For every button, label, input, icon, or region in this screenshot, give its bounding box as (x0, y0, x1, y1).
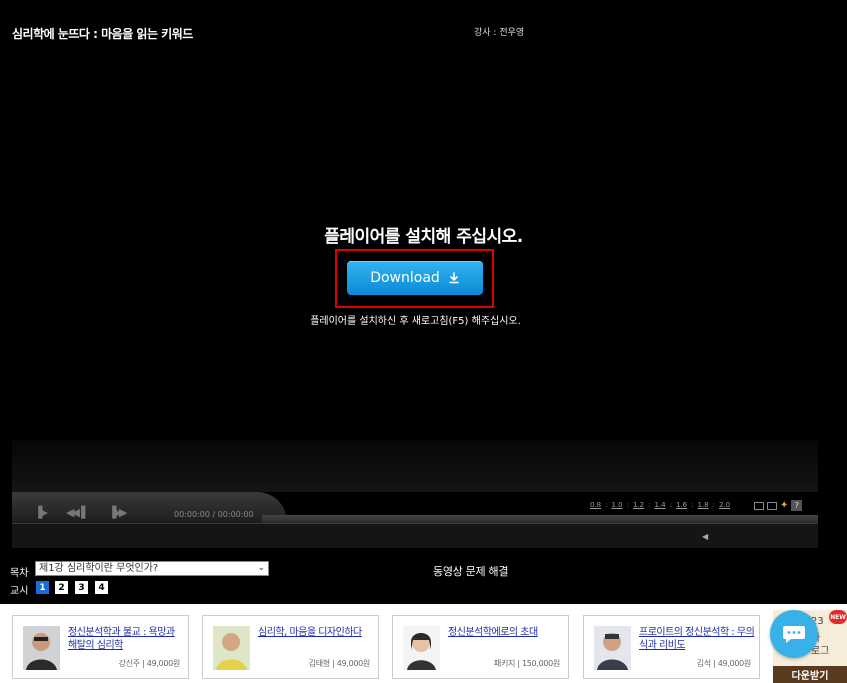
book-title[interactable]: 정신분석학에로의 초대 (448, 626, 564, 639)
seek-bar[interactable] (12, 523, 818, 548)
book-meta: 김석 | 49,000원 (696, 659, 752, 668)
speed-options: 0.8: 1.0: 1.2: 1.4: 1.6: 1.8: 2.0 (590, 501, 731, 509)
download-button[interactable]: Download (347, 261, 483, 295)
download-icon (448, 272, 459, 284)
book-thumbnail[interactable] (213, 626, 250, 670)
period-button-2[interactable]: 2 (55, 581, 68, 594)
chat-icon (783, 626, 805, 643)
book-title[interactable]: 정신분석학과 불교 : 욕망과 해탈의 심리학 (68, 626, 184, 652)
toc-select[interactable]: 제1강 심리학이란 무엇인가? ⌄ (35, 561, 269, 576)
time-display: 00:00:00 / 00:00:00 (174, 510, 254, 519)
period-label: 교시 (10, 586, 29, 597)
book-title[interactable]: 프로이트의 정신분석학 : 무의식과 리비도 (639, 626, 755, 652)
toc-selected: 제1강 심리학이란 무엇인가? (39, 563, 159, 574)
player-control-bar: ▐▶ ◀◀▐ ▐▶▶ 00:00:00 / 00:00:00 0.8: 1.0:… (12, 440, 818, 552)
period-button-3[interactable]: 3 (75, 581, 88, 594)
rewind-icon[interactable]: ◀◀▐ (66, 506, 85, 519)
help-button[interactable]: ? (791, 500, 803, 511)
banner-download-button[interactable]: 다운받기 (773, 666, 847, 683)
book-card[interactable]: 정신분석학에로의 초대 패키지 | 150,000원 (392, 615, 569, 679)
forward-icon[interactable]: ▐▶▶ (108, 506, 127, 519)
seek-arrow-icon: ◀ (702, 532, 709, 541)
book-meta: 김태형 | 49,000원 (308, 659, 371, 668)
book-thumbnail[interactable] (403, 626, 440, 670)
speed-option[interactable]: 2.0 (719, 501, 730, 509)
speed-option[interactable]: 1.8 (698, 501, 709, 509)
speed-option[interactable]: 1.6 (676, 501, 687, 509)
speed-option[interactable]: 1.0 (612, 501, 623, 509)
book-thumbnail[interactable] (594, 626, 631, 670)
lecture-title: 심리학에 눈뜨다 : 마음을 읽는 키워드 (12, 27, 193, 41)
chevron-down-icon: ⌄ (257, 563, 265, 573)
install-message: 플레이어를 설치해 주십시오. (324, 227, 523, 247)
speed-option[interactable]: 1.2 (633, 501, 644, 509)
book-card[interactable]: 심리학, 마음을 디자인하다 김태형 | 49,000원 (202, 615, 379, 679)
book-card[interactable]: 정신분석학과 불교 : 욕망과 해탈의 심리학 강신주 | 49,000원 (12, 615, 189, 679)
book-thumbnail[interactable] (23, 626, 60, 670)
book-card[interactable]: 프로이트의 정신분석학 : 무의식과 리비도 김석 | 49,000원 (583, 615, 760, 679)
toc-label: 목차 (10, 568, 29, 579)
download-label: Download (370, 270, 440, 286)
period-button-4[interactable]: 4 (95, 581, 108, 594)
pin-icon[interactable]: ✦ (780, 500, 788, 511)
speed-option[interactable]: 1.4 (655, 501, 666, 509)
book-title[interactable]: 심리학, 마음을 디자인하다 (258, 626, 374, 639)
speed-option[interactable]: 0.8 (590, 501, 601, 509)
book-meta: 패키지 | 150,000원 (493, 659, 560, 668)
fullscreen-icon[interactable] (754, 501, 764, 510)
new-badge: NEW (829, 610, 847, 624)
screen-controls: ✦ ? (754, 500, 803, 511)
capture-icon[interactable] (767, 501, 777, 510)
period-button-1[interactable]: 1 (36, 581, 49, 594)
book-meta: 강신주 | 49,000원 (118, 659, 181, 668)
video-help-link[interactable]: 동영상 문제 해결 (433, 563, 508, 579)
refresh-message: 플레이어를 설치하신 후 새로고침(F5) 해주십시오. (310, 316, 521, 327)
chat-button[interactable] (770, 610, 818, 658)
play-icon[interactable]: ▐▶ (34, 506, 48, 519)
instructor-label: 강사 : 전우영 (474, 28, 525, 38)
